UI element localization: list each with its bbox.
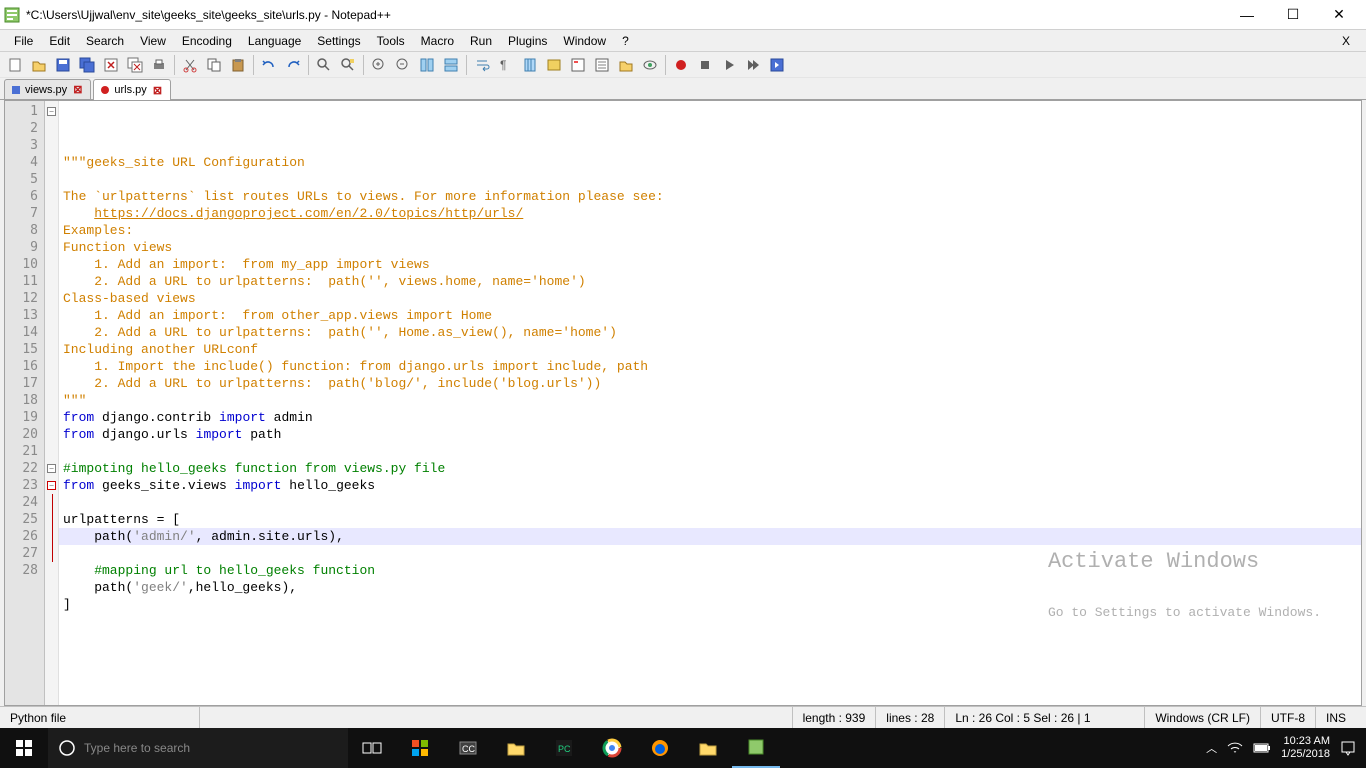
code-area[interactable]: """geeks_site URL Configuration The `url… <box>59 101 1361 705</box>
close-file-icon[interactable] <box>100 54 122 76</box>
svg-text:PC: PC <box>558 744 571 754</box>
app-icon <box>4 7 20 23</box>
menu-bar: File Edit Search View Encoding Language … <box>0 30 1366 52</box>
minimize-button[interactable]: — <box>1224 0 1270 30</box>
taskbar-app-pycharm-icon[interactable]: PC <box>540 728 588 768</box>
tab-close-icon[interactable]: ⊠ <box>151 84 164 97</box>
tray-battery-icon[interactable] <box>1253 742 1271 754</box>
new-file-icon[interactable] <box>4 54 26 76</box>
tab-save-state-icon <box>11 85 21 95</box>
record-macro-icon[interactable] <box>670 54 692 76</box>
svg-text:¶: ¶ <box>500 58 506 72</box>
lang-icon[interactable] <box>543 54 565 76</box>
folder-workspace-icon[interactable] <box>615 54 637 76</box>
cortana-icon <box>58 739 76 757</box>
wordwrap-icon[interactable] <box>471 54 493 76</box>
save-all-icon[interactable] <box>76 54 98 76</box>
start-button[interactable] <box>0 728 48 768</box>
print-icon[interactable] <box>148 54 170 76</box>
sync-h-icon[interactable] <box>440 54 462 76</box>
toolbar: ¶ <box>0 52 1366 78</box>
menu-window[interactable]: Window <box>555 32 614 50</box>
status-language: Python file <box>0 707 200 728</box>
save-macro-icon[interactable] <box>766 54 788 76</box>
tab-close-icon[interactable]: ⊠ <box>71 83 84 96</box>
tray-wifi-icon[interactable] <box>1227 741 1243 755</box>
taskbar-app-explorer-icon[interactable] <box>492 728 540 768</box>
taskbar-app-store-icon[interactable] <box>396 728 444 768</box>
menu-run[interactable]: Run <box>462 32 500 50</box>
menu-help[interactable]: ? <box>614 32 637 50</box>
sync-v-icon[interactable] <box>416 54 438 76</box>
menu-macro[interactable]: Macro <box>413 32 462 50</box>
windows-taskbar: Type here to search CC PC ︿ 10:23 AM 1/2… <box>0 728 1366 768</box>
tab-views-py[interactable]: views.py ⊠ <box>4 79 91 99</box>
menu-edit[interactable]: Edit <box>41 32 78 50</box>
paste-icon[interactable] <box>227 54 249 76</box>
menu-close-x[interactable]: X <box>1334 32 1358 50</box>
status-length: length : 939 <box>793 707 877 728</box>
title-bar: *C:\Users\Ujjwal\env_site\geeks_site\gee… <box>0 0 1366 30</box>
search-placeholder: Type here to search <box>84 741 190 755</box>
status-eol[interactable]: Windows (CR LF) <box>1145 707 1261 728</box>
copy-icon[interactable] <box>203 54 225 76</box>
editor[interactable]: 1234567891011121314151617181920212223242… <box>4 100 1362 706</box>
taskbar-app-folder-icon[interactable] <box>684 728 732 768</box>
status-bar: Python file length : 939 lines : 28 Ln :… <box>0 706 1366 728</box>
menu-language[interactable]: Language <box>240 32 309 50</box>
maximize-button[interactable]: ☐ <box>1270 0 1316 30</box>
taskbar-search[interactable]: Type here to search <box>48 728 348 768</box>
menu-settings[interactable]: Settings <box>309 32 368 50</box>
doc-list-icon[interactable] <box>591 54 613 76</box>
cut-icon[interactable] <box>179 54 201 76</box>
play-macro-icon[interactable] <box>718 54 740 76</box>
tab-label: views.py <box>25 84 67 96</box>
fold-column: −−− <box>45 101 59 705</box>
close-button[interactable]: ✕ <box>1316 0 1362 30</box>
status-encoding[interactable]: UTF-8 <box>1261 707 1316 728</box>
svg-text:CC: CC <box>462 744 475 754</box>
monitor-icon[interactable] <box>639 54 661 76</box>
status-lines: lines : 28 <box>876 707 945 728</box>
line-number-gutter: 1234567891011121314151617181920212223242… <box>5 101 45 705</box>
show-all-chars-icon[interactable]: ¶ <box>495 54 517 76</box>
taskbar-app-notepadpp-icon[interactable] <box>732 728 780 768</box>
status-insert-mode[interactable]: INS <box>1316 707 1366 728</box>
tray-chevron-up-icon[interactable]: ︿ <box>1206 740 1217 756</box>
undo-icon[interactable] <box>258 54 280 76</box>
menu-search[interactable]: Search <box>78 32 132 50</box>
open-file-icon[interactable] <box>28 54 50 76</box>
indent-guide-icon[interactable] <box>519 54 541 76</box>
menu-file[interactable]: File <box>6 32 41 50</box>
tray-notifications-icon[interactable] <box>1340 740 1356 756</box>
play-multi-icon[interactable] <box>742 54 764 76</box>
zoom-out-icon[interactable] <box>392 54 414 76</box>
zoom-in-icon[interactable] <box>368 54 390 76</box>
menu-plugins[interactable]: Plugins <box>500 32 555 50</box>
stop-macro-icon[interactable] <box>694 54 716 76</box>
menu-tools[interactable]: Tools <box>369 32 413 50</box>
status-position: Ln : 26 Col : 5 Sel : 26 | 1 <box>945 707 1145 728</box>
menu-encoding[interactable]: Encoding <box>174 32 240 50</box>
menu-view[interactable]: View <box>132 32 174 50</box>
tab-unsaved-icon <box>100 85 110 95</box>
window-title: *C:\Users\Ujjwal\env_site\geeks_site\gee… <box>26 8 1224 22</box>
find-icon[interactable] <box>313 54 335 76</box>
doc-map-icon[interactable] <box>567 54 589 76</box>
tab-label: urls.py <box>114 84 146 96</box>
close-all-icon[interactable] <box>124 54 146 76</box>
tab-bar: views.py ⊠ urls.py ⊠ <box>0 78 1366 100</box>
save-icon[interactable] <box>52 54 74 76</box>
task-view-icon[interactable] <box>348 728 396 768</box>
taskbar-app-cc-icon[interactable]: CC <box>444 728 492 768</box>
replace-icon[interactable] <box>337 54 359 76</box>
tray-clock[interactable]: 10:23 AM 1/25/2018 <box>1281 735 1330 761</box>
redo-icon[interactable] <box>282 54 304 76</box>
taskbar-app-chrome-icon[interactable] <box>588 728 636 768</box>
tab-urls-py[interactable]: urls.py ⊠ <box>93 79 171 100</box>
taskbar-app-firefox-icon[interactable] <box>636 728 684 768</box>
